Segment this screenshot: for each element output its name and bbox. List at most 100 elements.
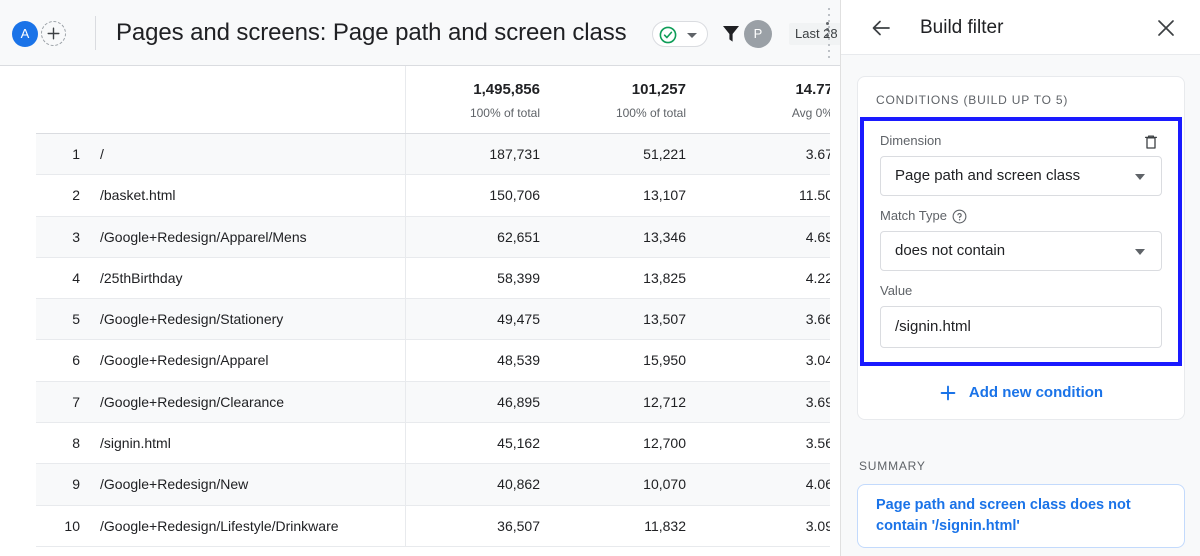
screenshot-root: A Pages and screens: Page path and scree… <box>0 0 1200 556</box>
row-metric-3: 4.69 <box>805 228 833 245</box>
metric-total-sub: Avg 0% <box>791 106 833 120</box>
row-metric-1: 150,706 <box>489 187 540 204</box>
table-row[interactable]: 1 / 187,731 51,221 3.67 <box>36 134 840 176</box>
add-new-condition-button[interactable]: Add new condition <box>858 366 1184 419</box>
table-row[interactable]: 4 /25thBirthday 58,399 13,825 4.22 <box>36 257 840 300</box>
metric-header-3: 14.77 Avg 0% <box>702 80 833 122</box>
property-avatar[interactable]: P <box>744 20 772 48</box>
chevron-down-icon <box>1135 249 1145 255</box>
row-rank: 8 <box>72 435 80 452</box>
row-dimension[interactable]: /signin.html <box>100 423 171 464</box>
help-circle-icon[interactable] <box>952 209 967 224</box>
close-icon[interactable] <box>1154 16 1178 40</box>
row-metric-3: 3.67 <box>805 146 833 162</box>
row-metric-2: 12,712 <box>643 393 686 410</box>
plus-icon <box>939 384 957 402</box>
match-type-select-value: does not contain <box>895 242 1006 259</box>
metric-total-value: 14.77 <box>795 81 833 98</box>
value-input[interactable]: /signin.html <box>880 306 1162 348</box>
row-rank: 10 <box>64 517 80 534</box>
row-metric-3: 4.22 <box>805 269 833 286</box>
page-title: Pages and screens: Page path and screen … <box>116 19 627 46</box>
row-rank: 6 <box>72 352 80 369</box>
report-region: A Pages and screens: Page path and scree… <box>0 0 840 556</box>
funnel-icon[interactable] <box>719 22 743 46</box>
row-metric-2: 13,825 <box>643 269 686 286</box>
plus-icon[interactable] <box>41 21 66 46</box>
table-row[interactable]: 2 /basket.html 150,706 13,107 11.50 <box>36 175 840 217</box>
row-dimension[interactable]: / <box>100 134 104 175</box>
row-metric-2: 13,507 <box>643 311 686 328</box>
table-row[interactable]: 3 /Google+Redesign/Apparel/Mens 62,651 1… <box>36 216 840 258</box>
row-metric-2: 10,070 <box>643 476 686 493</box>
row-dimension[interactable]: /Google+Redesign/Stationery <box>100 299 283 340</box>
account-avatar[interactable]: A <box>12 21 38 47</box>
build-filter-panel: Build filter CONDITIONS (BUILD UP TO 5) <box>840 0 1200 556</box>
row-metric-2: 12,700 <box>643 435 686 452</box>
app-header-bar: A Pages and screens: Page path and scree… <box>0 0 840 66</box>
column-divider <box>405 175 406 216</box>
row-rank: 1 <box>72 146 80 162</box>
row-metric-2: 51,221 <box>643 146 686 162</box>
column-divider <box>405 464 406 505</box>
column-divider <box>405 505 406 546</box>
report-table: 1,495,856 100% of total 101,257 100% of … <box>36 66 840 556</box>
metric-header-2: 101,257 100% of total <box>556 80 686 122</box>
metric-total-sub: 100% of total <box>469 106 540 120</box>
row-dimension[interactable]: /Google+Redesign/Apparel/Mens <box>100 217 307 258</box>
row-dimension[interactable]: /Google+Redesign/Lifestyle/Drinkware <box>100 506 339 547</box>
table-row[interactable]: 6 /Google+Redesign/Apparel 48,539 15,950… <box>36 340 840 382</box>
row-rank: 7 <box>72 393 80 410</box>
arrow-left-icon[interactable] <box>869 16 893 40</box>
match-type-select[interactable]: does not contain <box>880 231 1162 271</box>
dimension-select[interactable]: Page path and screen class <box>880 156 1162 196</box>
row-metric-2: 15,950 <box>643 352 686 369</box>
row-metric-1: 187,731 <box>489 146 540 162</box>
add-new-condition-label: Add new condition <box>968 384 1104 401</box>
summary-chip[interactable]: Page path and screen class does not cont… <box>857 484 1185 548</box>
row-dimension[interactable]: /Google+Redesign/New <box>100 464 248 505</box>
column-divider <box>405 134 406 175</box>
panel-title: Build filter <box>920 17 1004 38</box>
scroll-indicator-dots <box>828 8 830 58</box>
chevron-down-icon <box>687 33 697 38</box>
match-type-label-text: Match Type <box>880 208 947 223</box>
row-metric-1: 46,895 <box>497 393 540 410</box>
table-row[interactable]: 10 /Google+Redesign/Lifestyle/Drinkware … <box>36 505 840 547</box>
row-dimension[interactable]: /Google+Redesign/Clearance <box>100 382 284 423</box>
row-rank: 4 <box>72 269 80 286</box>
row-metric-1: 40,862 <box>497 476 540 493</box>
table-row[interactable]: 9 /Google+Redesign/New 40,862 10,070 4.0… <box>36 464 840 506</box>
value-label: Value <box>880 281 1162 301</box>
value-label-text: Value <box>880 283 913 298</box>
comparison-status-chip[interactable] <box>652 21 708 47</box>
trash-icon[interactable] <box>1142 133 1160 151</box>
row-rank: 5 <box>72 311 80 328</box>
metric-total-sub: 100% of total <box>615 106 686 120</box>
table-vertical-scrollbar[interactable] <box>830 66 840 556</box>
column-divider <box>405 423 406 464</box>
condition-row-highlighted: Dimension Page path and screen class Mat… <box>860 117 1182 366</box>
row-dimension[interactable]: /25thBirthday <box>100 258 183 299</box>
table-row[interactable]: 5 /Google+Redesign/Stationery 49,475 13,… <box>36 299 840 341</box>
column-divider <box>405 257 406 299</box>
date-range-chip[interactable]: Last 28 <box>789 23 840 45</box>
table-row[interactable]: 8 /signin.html 45,162 12,700 3.56 <box>36 423 840 465</box>
conditions-label: CONDITIONS (BUILD UP TO 5) <box>876 93 1069 107</box>
row-metric-2: 11,832 <box>644 517 686 534</box>
metric-header-1: 1,495,856 100% of total <box>416 80 540 122</box>
row-rank: 2 <box>72 187 80 204</box>
column-divider <box>405 66 406 133</box>
header-divider <box>95 16 96 50</box>
row-metric-2: 13,346 <box>643 228 686 245</box>
row-metric-3: 4.06 <box>805 476 833 493</box>
row-metric-2: 13,107 <box>643 187 686 204</box>
row-metric-1: 36,507 <box>497 517 540 534</box>
row-dimension[interactable]: /basket.html <box>100 175 175 216</box>
row-metric-3: 3.09 <box>805 517 833 534</box>
table-row[interactable]: 7 /Google+Redesign/Clearance 46,895 12,7… <box>36 381 840 424</box>
dimension-select-value: Page path and screen class <box>895 167 1081 184</box>
row-dimension[interactable]: /Google+Redesign/Apparel <box>100 340 269 381</box>
row-metric-3: 3.69 <box>805 393 833 410</box>
value-input-text: /signin.html <box>895 318 971 335</box>
